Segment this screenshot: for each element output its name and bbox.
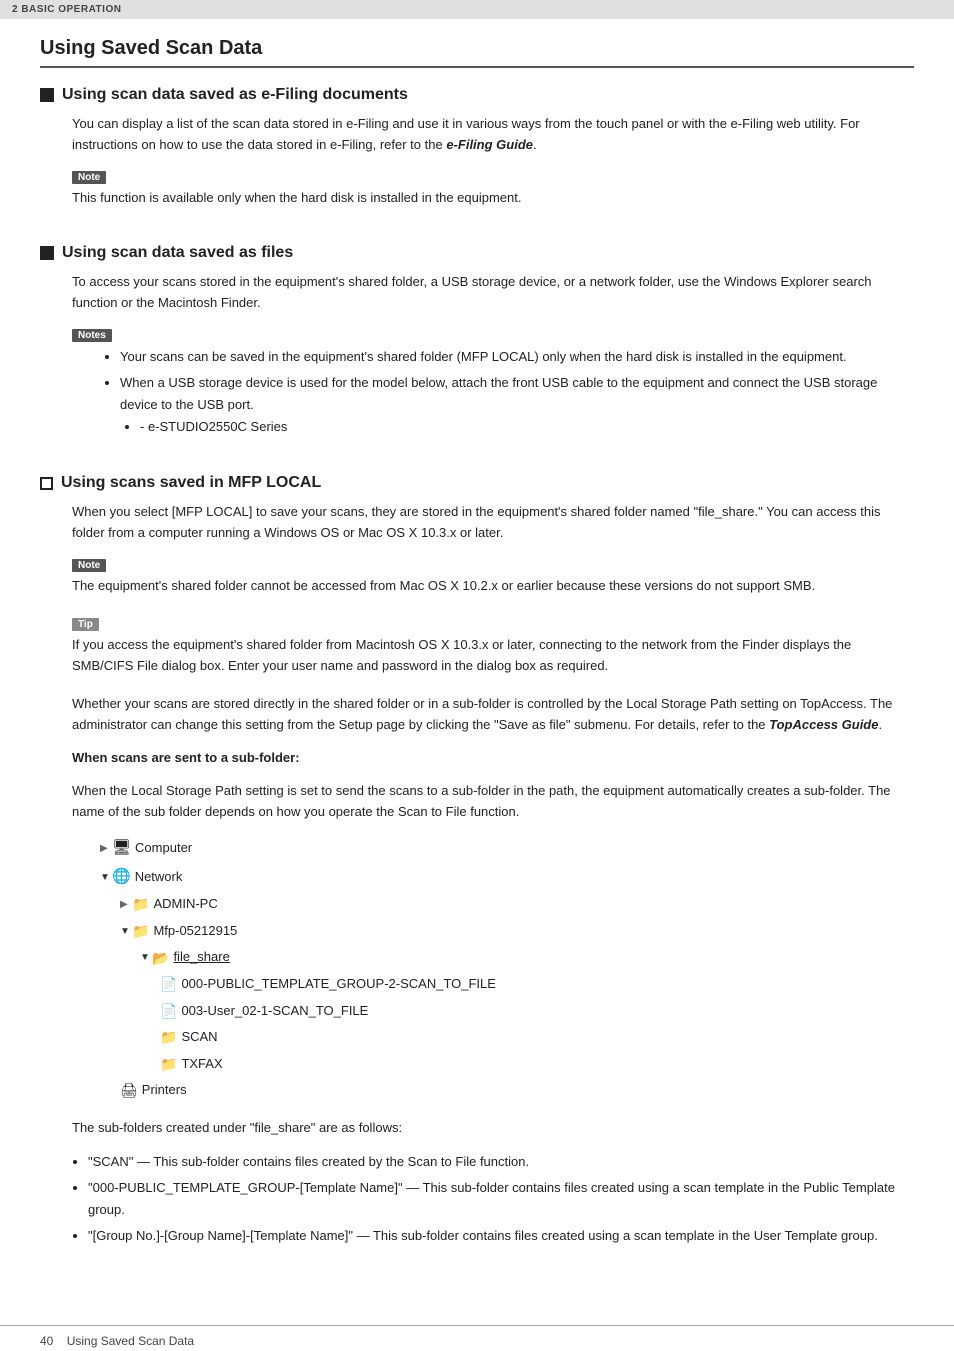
page-title: Using Saved Scan Data [40, 37, 914, 68]
subsection-title: When scans are sent to a sub-folder: [72, 748, 914, 769]
page-footer: 40 Using Saved Scan Data [0, 1325, 954, 1348]
subfolder-bullet-list: "SCAN" — This sub-folder contains files … [88, 1151, 914, 1247]
list-item: Your scans can be saved in the equipment… [120, 346, 914, 368]
arrow-right-icon2: ▶ [120, 895, 128, 914]
footer-label: Using Saved Scan Data [67, 1334, 194, 1348]
empty-square-icon [40, 477, 53, 490]
doc-icon2: 📄 [160, 998, 177, 1025]
section2-bullet-list: Your scans can be saved in the equipment… [120, 346, 914, 438]
section1-note-text: This function is available only when the… [72, 188, 521, 209]
folder-icon: 📁 [132, 891, 149, 918]
section1-title: Using scan data saved as e-Filing docume… [40, 86, 914, 104]
arrow-down-icon2: ▼ [120, 922, 128, 941]
list-item: e-STUDIO2550C Series [140, 416, 914, 438]
doc-icon3: 📁 [160, 1024, 177, 1051]
top-bar-label: 2 BASIC OPERATION [12, 4, 121, 15]
footer-page-number: 40 [40, 1334, 53, 1348]
arrow-right-icon: ▶ [100, 839, 108, 858]
sub-bullet-list: e-STUDIO2550C Series [140, 416, 914, 438]
computer-icon: 🖥 [112, 834, 131, 863]
folder-icon3: 📂 [152, 945, 169, 972]
tree-folder2: 📄 003-User_02-1-SCAN_TO_FILE [160, 998, 914, 1025]
doc-icon1: 📄 [160, 971, 177, 998]
printer-icon: 🖨 [120, 1077, 138, 1104]
section3-note: Note The equipment's shared folder canno… [72, 556, 815, 609]
subfolder-intro: The sub-folders created under "file_shar… [72, 1118, 914, 1139]
folder-icon2: 📁 [132, 918, 149, 945]
section3-body1: When you select [MFP LOCAL] to save your… [72, 502, 914, 544]
top-bar: 2 BASIC OPERATION [0, 0, 954, 19]
section2: Using scan data saved as files To access… [40, 244, 914, 456]
tree-network: ▼ 🌐 Network [100, 863, 914, 892]
network-icon: 🌐 [112, 863, 131, 892]
main-content: Using Saved Scan Data Using scan data sa… [0, 19, 954, 1295]
arrow-down-icon3: ▼ [140, 948, 148, 967]
tree-txfax: 📁 TXFAX [160, 1051, 914, 1078]
list-item: "SCAN" — This sub-folder contains files … [88, 1151, 914, 1173]
section3: Using scans saved in MFP LOCAL When you … [40, 474, 914, 1247]
tree-admin-pc: ▶ 📁 ADMIN-PC [120, 891, 914, 918]
notes-label: Notes [72, 326, 914, 346]
section2-body: To access your scans stored in the equip… [72, 272, 914, 314]
subsection-body: When the Local Storage Path setting is s… [72, 781, 914, 823]
list-item: "[Group No.]-[Group Name]-[Template Name… [88, 1225, 914, 1247]
section3-title: Using scans saved in MFP LOCAL [40, 474, 914, 492]
list-item: When a USB storage device is used for th… [120, 372, 914, 438]
section1-body: You can display a list of the scan data … [72, 114, 914, 156]
section1-note: Note This function is available only whe… [72, 168, 521, 221]
list-item: "000-PUBLIC_TEMPLATE_GROUP-[Template Nam… [88, 1177, 914, 1221]
file-tree: ▶ 🖥 Computer ▼ 🌐 Network ▶ 📁 ADMIN-PC ▼ … [100, 834, 914, 1104]
section3-tip: Tip If you access the equipment's shared… [72, 615, 892, 689]
tip-label: Tip [72, 615, 892, 635]
tree-folder1: 📄 000-PUBLIC_TEMPLATE_GROUP-2-SCAN_TO_FI… [160, 971, 914, 998]
tree-file-share: ▼ 📂 file_share [140, 945, 914, 972]
arrow-down-icon: ▼ [100, 868, 108, 887]
tree-computer: ▶ 🖥 Computer [100, 834, 914, 863]
tree-mfp: ▼ 📁 Mfp-05212915 [120, 918, 914, 945]
note-label2: Note [72, 556, 815, 576]
section2-title: Using scan data saved as files [40, 244, 914, 262]
section2-notes: Notes Your scans can be saved in the equ… [72, 326, 914, 450]
tree-printers: 🖨 Printers [120, 1077, 914, 1104]
section3-tip-text: If you access the equipment's shared fol… [72, 635, 892, 677]
section1: Using scan data saved as e-Filing docume… [40, 86, 914, 226]
note-label: Note [72, 168, 521, 188]
tree-scan: 📁 SCAN [160, 1024, 914, 1051]
section3-body2: Whether your scans are stored directly i… [72, 694, 914, 736]
black-square-icon [40, 88, 54, 102]
black-square-icon2 [40, 246, 54, 260]
doc-icon4: 📁 [160, 1051, 177, 1078]
section3-note-text: The equipment's shared folder cannot be … [72, 576, 815, 597]
